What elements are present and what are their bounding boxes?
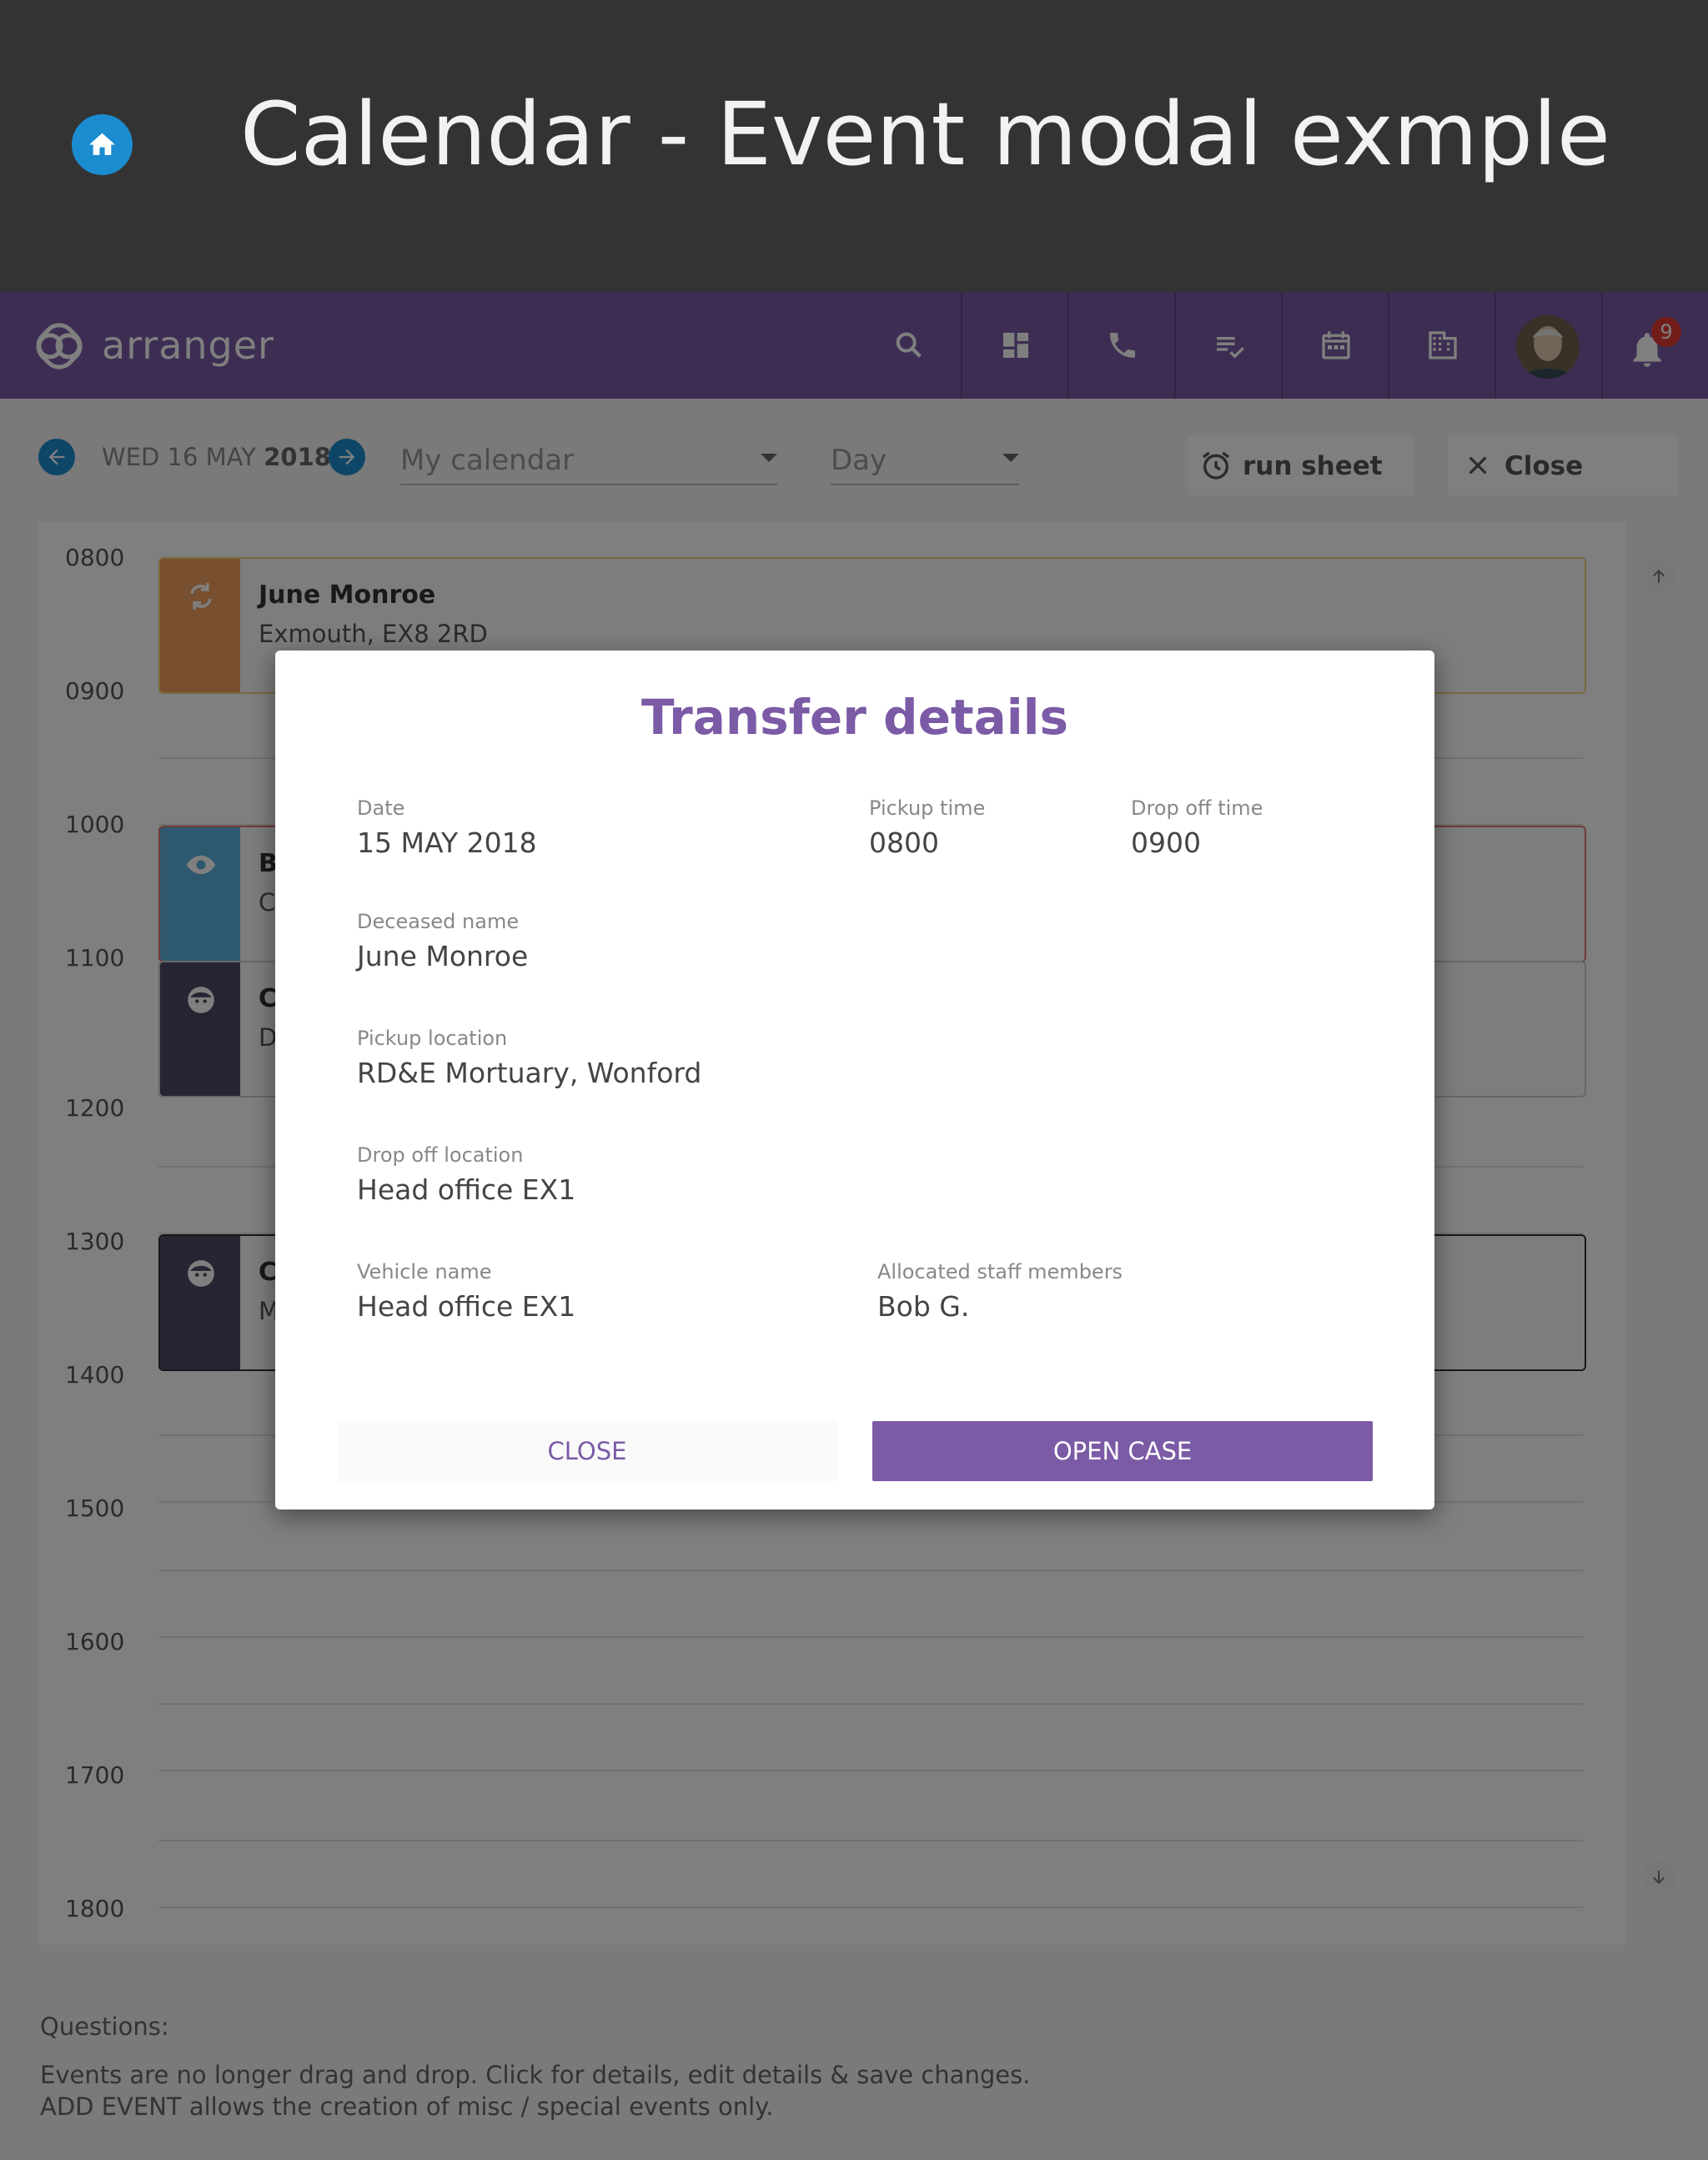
doc-title: Calendar - Event modal exmple (240, 83, 1610, 185)
pickup-time-label: Pickup time (869, 796, 986, 820)
home-icon (89, 133, 115, 155)
deceased-name-label: Deceased name (357, 910, 520, 933)
allocated-staff-value: Bob G. (877, 1290, 970, 1323)
open-case-button[interactable]: OPEN CASE (872, 1421, 1373, 1481)
pickup-location-value: RD&E Mortuary, Wonford (357, 1057, 702, 1089)
allocated-staff-label: Allocated staff members (877, 1260, 1123, 1283)
dropoff-time-value: 0900 (1131, 826, 1201, 859)
dropoff-time-label: Drop off time (1131, 796, 1263, 820)
vehicle-name-label: Vehicle name (357, 1260, 492, 1283)
modal-title: Transfer details (640, 689, 1069, 746)
vehicle-name-value: Head office EX1 (357, 1290, 576, 1323)
modal-close-button[interactable]: CLOSE (337, 1421, 837, 1481)
deceased-name-value: June Monroe (357, 940, 529, 972)
pickup-time-value: 0800 (869, 826, 939, 859)
dropoff-location-value: Head office EX1 (357, 1173, 576, 1206)
dropoff-location-label: Drop off location (357, 1143, 524, 1167)
home-button[interactable] (72, 114, 133, 175)
transfer-details-modal: Transfer details Date 15 MAY 2018 Pickup… (275, 651, 1434, 1509)
pickup-location-label: Pickup location (357, 1027, 508, 1050)
date-value: 15 MAY 2018 (357, 826, 537, 859)
date-label: Date (357, 796, 405, 820)
